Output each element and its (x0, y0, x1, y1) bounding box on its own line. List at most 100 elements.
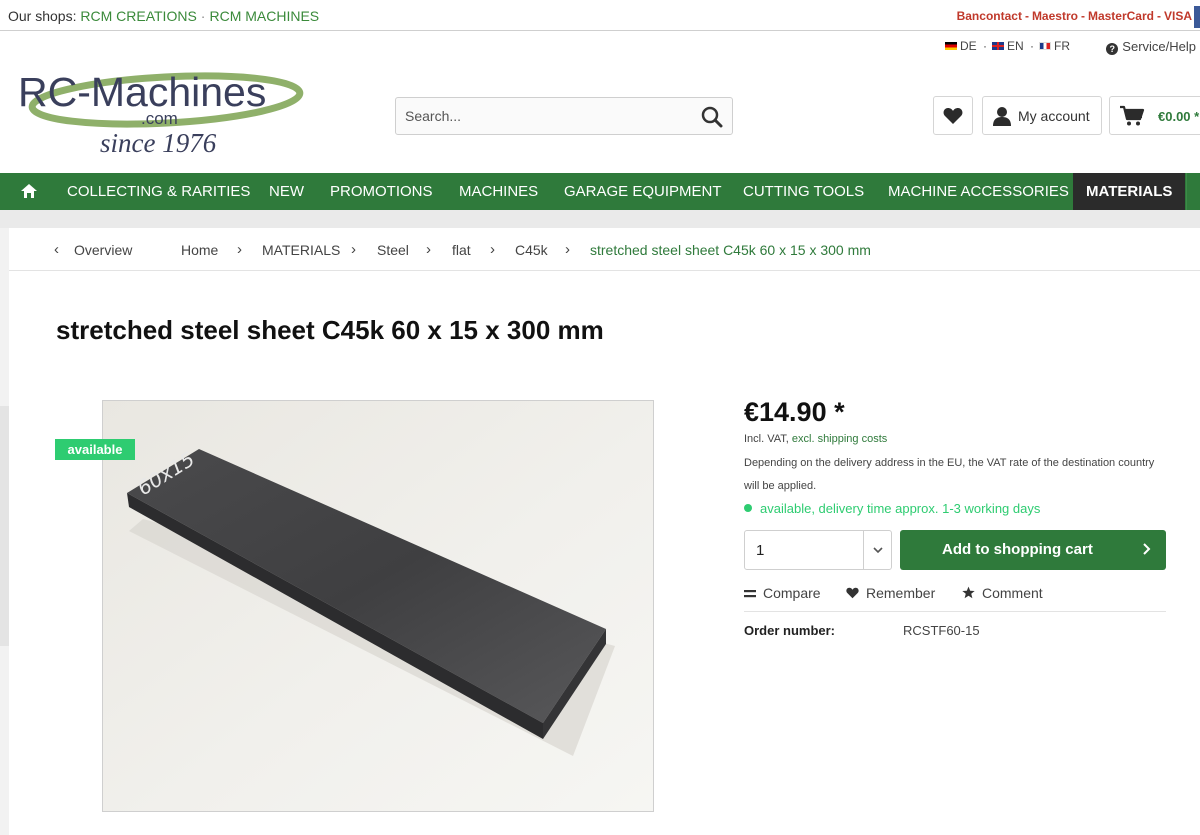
vat-note: Depending on the delivery address in the… (744, 457, 1155, 492)
breadcrumb-flat[interactable]: flat (452, 242, 471, 258)
language-switcher: DE · EN · FR ? Service/Help (0, 39, 1200, 55)
content-top-band (0, 210, 1200, 228)
logo-domain: .com (141, 109, 178, 128)
remember-label: Remember (866, 585, 936, 601)
nav-item-cutting-tools[interactable]: CUTTING TOOLS (743, 173, 864, 210)
main-navigation: COLLECTING & RARITIES NEW PROMOTIONS MAC… (0, 173, 1200, 210)
payment-separator: - (1024, 9, 1029, 23)
vat-prefix: Incl. VAT, (744, 433, 789, 445)
cart-total: €0.00 * (1158, 109, 1200, 124)
lang-separator: · (983, 39, 987, 53)
chevron-right-icon: › (237, 241, 242, 258)
language-en[interactable]: EN (992, 39, 1024, 53)
language-fr[interactable]: FR (1039, 39, 1070, 53)
shop-separator: · (200, 8, 206, 24)
shop-link-rcm-creations[interactable]: RCM CREATIONS (80, 8, 196, 24)
chevron-down-icon (873, 547, 883, 554)
chevron-right-icon: › (426, 241, 431, 258)
nav-item-materials[interactable]: MATERIALS (1073, 173, 1186, 210)
vat-info: Incl. VAT, excl. shipping costs (744, 433, 887, 445)
my-account-button[interactable]: My account (982, 96, 1102, 135)
nav-item-promotions[interactable]: PROMOTIONS (330, 173, 433, 210)
search-icon[interactable] (700, 105, 724, 129)
side-strip-mark (0, 406, 9, 646)
add-to-cart-label: Add to shopping cart (942, 541, 1093, 558)
shops-links: Our shops: RCM CREATIONS · RCM MACHINES (8, 8, 319, 24)
service-help-link[interactable]: ? Service/Help (1106, 39, 1196, 55)
payment-maestro: Maestro (1031, 9, 1078, 23)
flag-en-icon (992, 42, 1004, 50)
breadcrumb-overview[interactable]: Overview (74, 242, 132, 258)
home-icon (21, 184, 37, 198)
payment-separator: - (1156, 9, 1161, 23)
nav-overflow-edge (1186, 173, 1200, 210)
breadcrumb-steel[interactable]: Steel (377, 242, 409, 258)
heart-icon (846, 587, 859, 599)
heart-icon (943, 108, 963, 124)
payment-bancontact: Bancontact (956, 9, 1022, 23)
order-number-row: Order number: RCSTF60-15 (744, 623, 980, 638)
add-to-cart-button[interactable]: Add to shopping cart (900, 530, 1166, 570)
nav-home[interactable] (14, 173, 44, 210)
nav-item-machine-accessories[interactable]: MACHINE ACCESSORIES (888, 173, 1069, 210)
chevron-right-icon: › (490, 241, 495, 258)
search-box (395, 97, 733, 135)
lang-separator: · (1030, 39, 1034, 53)
chevron-right-icon: › (565, 241, 570, 258)
my-account-label: My account (1018, 108, 1090, 124)
logo-tagline: since 1976 (100, 128, 217, 158)
nav-item-new[interactable]: NEW (269, 173, 304, 210)
search-input[interactable] (396, 98, 686, 134)
status-dot-icon (744, 504, 752, 512)
remember-link[interactable]: Remember (846, 585, 935, 601)
user-icon (993, 107, 1011, 126)
breadcrumb-home[interactable]: Home (181, 242, 218, 258)
quantity-select[interactable]: 1 (744, 530, 892, 570)
product-image[interactable]: 60x15 (102, 400, 654, 812)
flag-fr-icon (1039, 42, 1051, 50)
comment-link[interactable]: Comment (962, 585, 1043, 601)
shop-link-rcm-machines[interactable]: RCM MACHINES (209, 8, 319, 24)
breadcrumb-materials[interactable]: MATERIALS (262, 242, 340, 258)
availability-badge: available (55, 439, 135, 460)
product-price: €14.90 * (744, 397, 845, 427)
wishlist-button[interactable] (933, 96, 973, 135)
shipping-costs-link[interactable]: excl. shipping costs (792, 433, 887, 445)
payment-methods: Bancontact - Maestro - MasterCard - VISA (957, 9, 1192, 23)
chevron-right-icon: › (351, 241, 356, 258)
question-icon: ? (1106, 43, 1119, 55)
payment-separator: - (1080, 9, 1085, 23)
cart-icon (1120, 105, 1145, 126)
side-strip (0, 228, 9, 835)
breadcrumb: ‹ Overview Home › MATERIALS › Steel › fl… (9, 228, 1200, 271)
language-en-label: EN (1007, 39, 1024, 53)
product-title: stretched steel sheet C45k 60 x 15 x 300… (56, 315, 604, 345)
cart-button[interactable]: €0.00 * (1109, 96, 1200, 135)
breadcrumb-c45k[interactable]: C45k (515, 242, 548, 258)
star-icon (962, 586, 975, 599)
compare-link[interactable]: Compare (744, 585, 821, 601)
nav-item-garage-equipment[interactable]: GARAGE EQUIPMENT (564, 173, 722, 210)
language-de[interactable]: DE (945, 39, 977, 53)
compare-icon (744, 590, 756, 598)
payment-visa: VISA (1163, 9, 1192, 23)
social-button-edge[interactable] (1194, 6, 1200, 28)
product-actions: Compare Remember Comment (744, 585, 1166, 612)
quantity-divider (863, 531, 864, 569)
payment-mastercard: MasterCard (1087, 9, 1154, 23)
shops-label: Our shops: (8, 8, 77, 24)
delivery-status-text: available, delivery time approx. 1-3 wor… (760, 501, 1041, 516)
chevron-left-icon: ‹ (54, 241, 59, 258)
compare-label: Compare (763, 585, 821, 601)
top-bar: Our shops: RCM CREATIONS · RCM MACHINES Ba… (0, 0, 1200, 31)
order-number-label: Order number: (744, 623, 836, 638)
delivery-status: available, delivery time approx. 1-3 wor… (744, 501, 1040, 516)
language-de-label: DE (960, 39, 977, 53)
quantity-value: 1 (756, 542, 765, 559)
order-number-value: RCSTF60-15 (903, 623, 980, 638)
site-logo[interactable]: RC-Machines .com since 1976 (16, 62, 316, 162)
language-fr-label: FR (1054, 39, 1070, 53)
nav-item-collecting-rarities[interactable]: COLLECTING & RARITIES (67, 173, 250, 210)
nav-item-machines[interactable]: MACHINES (459, 173, 538, 210)
breadcrumb-current[interactable]: stretched steel sheet C45k 60 x 15 x 300… (590, 242, 871, 258)
